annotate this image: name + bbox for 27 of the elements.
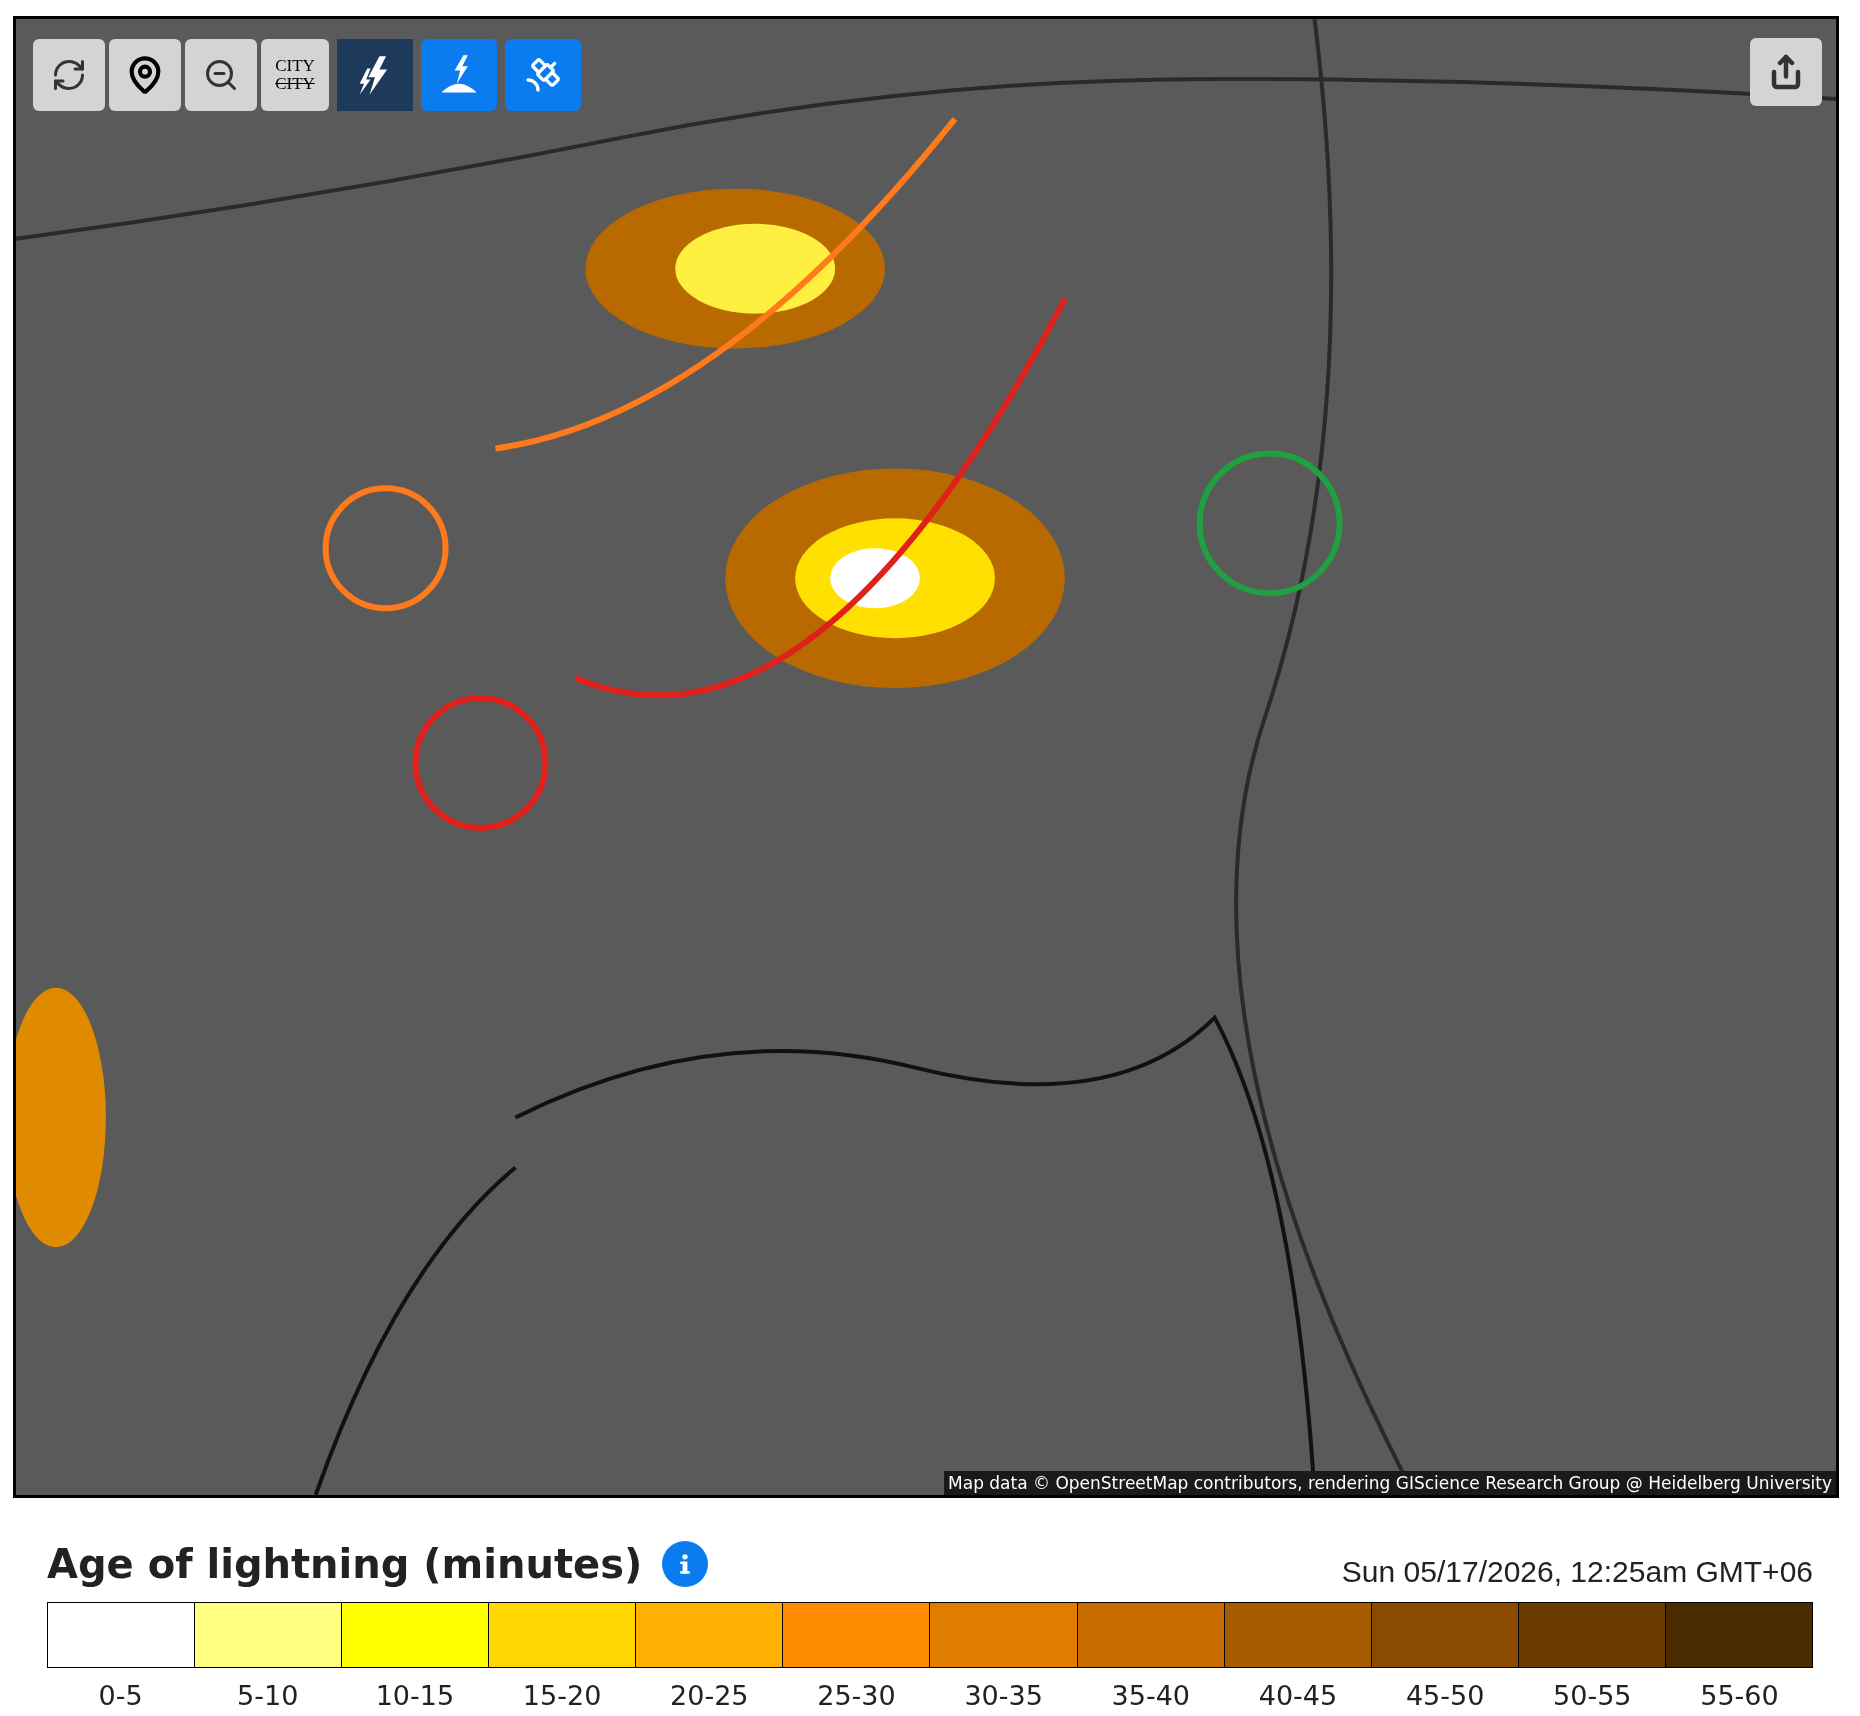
layer-toggle-button[interactable] xyxy=(421,39,497,111)
zoom-out-icon xyxy=(203,57,239,93)
legend-label: 45-50 xyxy=(1405,1679,1485,1713)
refresh-button[interactable] xyxy=(33,39,105,111)
layer-toggle-button[interactable] xyxy=(337,39,413,111)
locate-button[interactable] xyxy=(109,39,181,111)
legend-label: 35-40 xyxy=(1111,1679,1190,1713)
legend-label: 15-20 xyxy=(522,1679,602,1713)
city-labels-button[interactable]: CITY CITY xyxy=(261,39,329,111)
layer-toggle-button[interactable] xyxy=(505,39,581,111)
legend-title: Age of lightning (minutes) xyxy=(47,1540,643,1588)
legend-label: 40-45 xyxy=(1258,1679,1338,1713)
legend-label: 50-55 xyxy=(1553,1679,1632,1713)
share-button[interactable] xyxy=(1750,38,1822,106)
legend-label: 55-60 xyxy=(1700,1679,1779,1713)
info-icon[interactable] xyxy=(662,1541,709,1587)
map[interactable]: CITY CITY Map data © OpenStreetMap contributors, rendering GIScience Research Group @ Heidelberg University xyxy=(13,16,1839,1498)
refresh-icon xyxy=(51,57,87,93)
map-attribution: Map data © OpenStreetMap contributors, rendering GIScience Research Group @ Heidelberg University xyxy=(944,1471,1836,1495)
legend-label: 0-5 xyxy=(98,1679,143,1713)
legend-label: 20-25 xyxy=(670,1679,749,1713)
legend-label: 10-15 xyxy=(375,1679,455,1713)
legend-label: 5-10 xyxy=(237,1679,299,1713)
legend-label: 25-30 xyxy=(817,1679,896,1713)
legend-label: 30-35 xyxy=(964,1679,1043,1713)
zoom-out-button[interactable] xyxy=(185,39,257,111)
timestamp: Sun 05/17/2026, 12:25am GMT+06 xyxy=(1341,1554,1813,1590)
